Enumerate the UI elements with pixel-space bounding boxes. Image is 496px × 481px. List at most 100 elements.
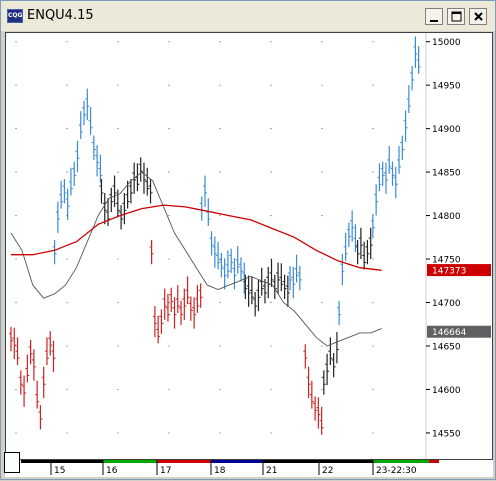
grid-dot [168, 128, 170, 130]
grid-dot [168, 84, 170, 86]
session-strip [319, 460, 373, 463]
grid-dot [117, 258, 119, 260]
grid-dot [372, 171, 374, 173]
session-strip [21, 460, 51, 463]
grid-dot [15, 214, 17, 217]
y-tick-label: 14750 [432, 256, 461, 266]
y-tick-label: 15000 [432, 38, 461, 48]
grid-dot [15, 41, 17, 43]
grid-dot [321, 388, 323, 391]
grid-dot [270, 345, 272, 347]
session-strip [429, 460, 439, 463]
grid-dot [66, 171, 68, 173]
grid-dot [321, 345, 323, 347]
grid-dot [15, 432, 17, 434]
grid-dot [15, 388, 17, 391]
y-tick-label: 14650 [432, 342, 461, 352]
grid-dot [372, 41, 374, 43]
maximize-icon [451, 11, 462, 22]
price-chart[interactable]: 14550 14600 14650 14700 14750 14800 14850 14900… [6, 33, 492, 459]
y-tick-label: 14600 [432, 386, 461, 396]
grid-dot [15, 258, 17, 260]
grid-dot [270, 84, 272, 86]
grid-dot [270, 388, 272, 391]
close-button[interactable] [469, 8, 487, 25]
grid-dot [321, 41, 323, 43]
grid-dot [66, 301, 68, 304]
y-tick-label: 14900 [432, 125, 461, 135]
grid-dot [117, 84, 119, 86]
maximize-button[interactable] [447, 8, 465, 25]
grid-dot [270, 128, 272, 130]
grid-dot [117, 388, 119, 391]
grid-dot [372, 345, 374, 347]
grid-dot [168, 432, 170, 434]
grid-dot [117, 41, 119, 43]
session-strip [211, 460, 263, 463]
grid-dot [321, 128, 323, 130]
title-bar[interactable]: CQG ENQU4.15 [1, 1, 495, 31]
grid-dot [117, 128, 119, 130]
grid-dot [168, 171, 170, 173]
chart-panel[interactable]: 14550 14600 14650 14700 14750 14800 14850 14900… [5, 32, 493, 460]
time-tick-label: 15 [54, 466, 65, 476]
time-tick-label: 17 [160, 466, 171, 476]
minimize-icon [430, 20, 438, 22]
grid-dot [117, 432, 119, 434]
grid-dot [117, 345, 119, 347]
session-strip [103, 460, 157, 463]
grid-dot [219, 301, 221, 304]
time-tick-label: 21 [266, 466, 277, 476]
session-strip [51, 460, 103, 463]
session-strip [373, 460, 437, 463]
grid-dot [321, 258, 323, 260]
price-marker-label: 146664 [432, 328, 467, 338]
grid-dot [66, 432, 68, 434]
grid-dot [66, 258, 68, 260]
grid-dot [219, 171, 221, 173]
grid-dot [66, 128, 68, 130]
grid-dot [15, 84, 17, 86]
grid-dot [219, 432, 221, 434]
time-axis-bar: 15 16 17 18 21 22 23-22:30 [5, 460, 493, 477]
grid-dot [15, 128, 17, 130]
grid-dot [270, 432, 272, 434]
grid-dot [168, 41, 170, 43]
session-strip [157, 460, 211, 463]
y-tick-label: 14800 [432, 212, 461, 222]
scroll-handle[interactable] [4, 452, 20, 473]
grid-dot [66, 345, 68, 347]
minimize-button[interactable] [425, 8, 443, 25]
grid-dot [372, 432, 374, 434]
grid-dot [321, 301, 323, 304]
y-tick-label: 14700 [432, 299, 461, 309]
grid-dot [219, 214, 221, 217]
grid-dot [219, 41, 221, 43]
time-tick-label: 22 [322, 466, 333, 476]
time-axis: 15 16 17 18 21 22 23-22:30 [21, 460, 439, 476]
grid-dot [117, 171, 119, 173]
grid-dot [219, 128, 221, 130]
grid-dot [321, 171, 323, 173]
grid-dot [66, 41, 68, 43]
y-tick-label: 14850 [432, 169, 461, 179]
grid-dot [168, 214, 170, 217]
time-tick-label: 23-22:30 [376, 466, 417, 476]
grid-dot [168, 388, 170, 391]
grid-dot [372, 301, 374, 304]
window-title: ENQU4.15 [27, 8, 94, 23]
grid-dot [270, 214, 272, 217]
session-strip [263, 460, 319, 463]
grid-dot [66, 388, 68, 391]
grid-dot [321, 214, 323, 217]
moving-average-red-line [11, 204, 382, 271]
grid-dot [372, 128, 374, 130]
grid-dot [321, 84, 323, 86]
app-logo-icon: CQG [7, 9, 23, 23]
time-tick-label: 18 [214, 466, 226, 476]
price-marker-label: 147373 [432, 267, 466, 277]
y-tick-label: 14950 [432, 82, 461, 92]
close-icon [474, 12, 483, 21]
grid-dot [168, 258, 170, 260]
grid-dot [66, 84, 68, 86]
